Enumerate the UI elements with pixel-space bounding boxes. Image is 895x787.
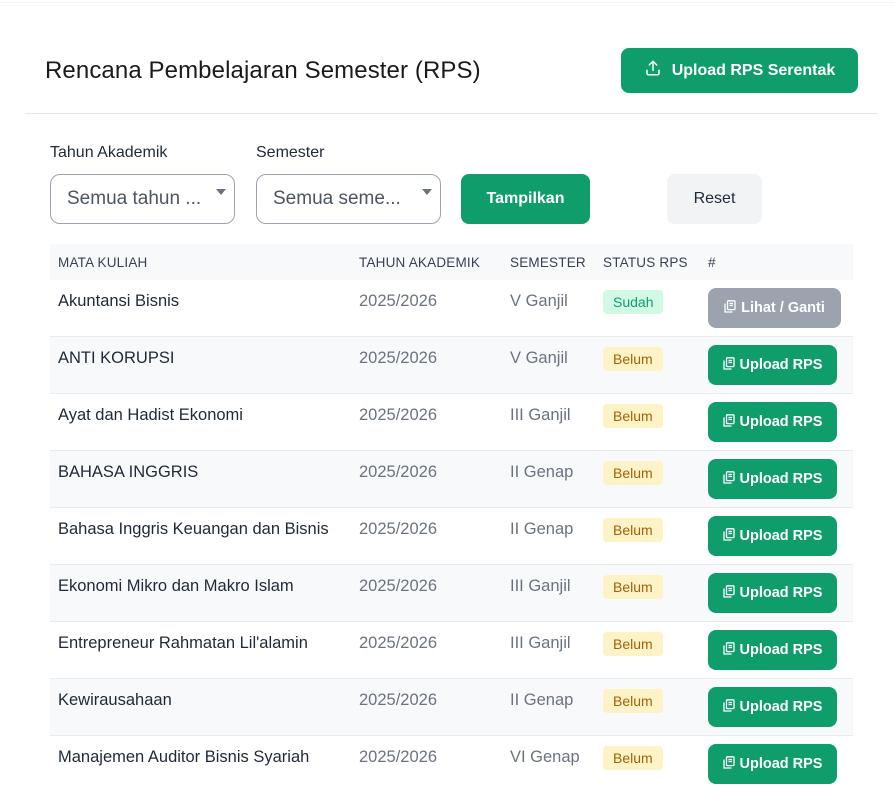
tahun-akademik-cell: 2025/2026 [359,634,437,652]
status-badge: Sudah [603,290,664,314]
mata-kuliah-cell: ANTI KORUPSI [58,349,175,367]
status-badge: Belum [603,689,663,713]
semester-cell: II Genap [510,691,574,709]
semester-cell: II Genap [510,520,574,538]
copy-icon [722,755,735,773]
semester-select[interactable]: Semua seme... [256,174,441,224]
semester-cell: V Ganjil [510,349,568,367]
status-badge: Belum [603,347,663,371]
status-badge: Belum [603,575,663,599]
dropdown-caret-icon [216,189,226,195]
tahun-akademik-cell: 2025/2026 [359,520,437,538]
mata-kuliah-cell: Ekonomi Mikro dan Makro Islam [58,577,294,595]
semester-cell: II Genap [510,463,574,481]
tahun-akademik-cell: 2025/2026 [359,691,437,709]
upload-rps-button[interactable]: Upload RPS [708,744,837,784]
mata-kuliah-cell: Kewirausahaan [58,691,172,709]
tampilkan-button[interactable]: Tampilkan [461,174,590,224]
action-label: Upload RPS [739,414,823,430]
mata-kuliah-cell: Manajemen Auditor Bisnis Syariah [58,748,310,766]
status-badge: Belum [603,746,663,770]
action-label: Upload RPS [739,528,823,544]
table-row: Akuntansi Bisnis 2025/2026 V Ganjil Sudah Li… [50,280,853,337]
table-row: Bahasa Inggris Keuangan dan Bisnis 2025/2… [50,508,853,565]
status-badge: Belum [603,632,663,656]
tahun-akademik-select[interactable]: Semua tahun ... [50,174,235,224]
column-header-action: # [708,255,716,270]
tahun-akademik-cell: 2025/2026 [359,748,437,766]
upload-rps-serentak-button[interactable]: Upload RPS Serentak [621,48,858,93]
action-label: Lihat / Ganti [741,300,825,316]
upload-rps-button[interactable]: Upload RPS [708,573,837,613]
copy-icon [722,413,735,431]
upload-rps-button[interactable]: Upload RPS [708,516,837,556]
mata-kuliah-cell: BAHASA INGGRIS [58,463,199,481]
table-row: Ayat dan Hadist Ekonomi 2025/2026 III Ganj… [50,394,853,451]
table-row: Ekonomi Mikro dan Makro Islam 2025/2026 II… [50,565,853,622]
action-label: Upload RPS [739,642,823,658]
action-label: Upload RPS [739,357,823,373]
upload-rps-button[interactable]: Upload RPS [708,687,837,727]
tahun-akademik-label: Tahun Akademik [50,144,168,161]
mata-kuliah-cell: Ayat dan Hadist Ekonomi [58,406,243,424]
copy-icon [724,299,736,317]
mata-kuliah-cell: Entrepreneur Rahmatan Lil'alamin [58,634,308,652]
page-title: Rencana Pembelajaran Semester (RPS) [45,57,481,84]
copy-icon [722,584,735,602]
table-row: BAHASA INGGRIS 2025/2026 II Genap Belum Uplo… [50,451,853,508]
upload-rps-button[interactable]: Upload RPS [708,402,837,442]
upload-rps-serentak-label: Upload RPS Serentak [671,61,836,79]
table-header: MATA KULIAH TAHUN AKADEMIK SEMESTER STAT… [50,244,853,280]
action-label: Upload RPS [739,471,823,487]
copy-icon [722,641,735,659]
semester-cell: III Ganjil [510,406,571,424]
upload-rps-button[interactable]: Upload RPS [708,630,837,670]
copy-icon [722,470,735,488]
dropdown-caret-icon [422,189,432,195]
tahun-akademik-cell: 2025/2026 [359,349,437,367]
upload-icon [644,59,662,82]
copy-icon [722,698,735,716]
copy-icon [722,527,735,545]
tahun-akademik-cell: 2025/2026 [359,406,437,424]
semester-value: Semua seme... [273,188,401,209]
semester-cell: V Ganjil [510,292,568,310]
mata-kuliah-cell: Akuntansi Bisnis [58,292,180,310]
semester-cell: VI Genap [510,748,580,766]
page-header: Rencana Pembelajaran Semester (RPS) Uplo… [25,0,878,114]
mata-kuliah-cell: Bahasa Inggris Keuangan dan Bisnis [58,520,329,538]
column-header-semester: SEMESTER [510,255,586,270]
reset-button[interactable]: Reset [667,174,762,224]
status-badge: Belum [603,404,663,428]
column-header-tahun-akademik: TAHUN AKADEMIK [359,255,481,270]
action-label: Upload RPS [739,585,823,601]
table-body: Akuntansi Bisnis 2025/2026 V Ganjil Sudah Li… [50,280,853,787]
table-row: Manajemen Auditor Bisnis Syariah 2025/202… [50,736,853,787]
tahun-akademik-cell: 2025/2026 [359,463,437,481]
status-badge: Belum [603,461,663,485]
semester-cell: III Ganjil [510,634,571,652]
copy-icon [722,356,735,374]
action-label: Upload RPS [739,756,823,772]
table-row: ANTI KORUPSI 2025/2026 V Ganjil Belum Upload… [50,337,853,394]
tahun-akademik-value: Semua tahun ... [67,188,202,209]
upload-rps-button[interactable]: Upload RPS [708,345,837,385]
semester-label: Semester [256,144,325,161]
table-row: Entrepreneur Rahmatan Lil'alamin 2025/202… [50,622,853,679]
lihat-ganti-button[interactable]: Lihat / Ganti [708,288,841,328]
upload-rps-button[interactable]: Upload RPS [708,459,837,499]
table-row: Kewirausahaan 2025/2026 II Genap Belum Uploa… [50,679,853,736]
tahun-akademik-cell: 2025/2026 [359,292,437,310]
rps-table: MATA KULIAH TAHUN AKADEMIK SEMESTER STAT… [50,244,853,787]
action-label: Upload RPS [739,699,823,715]
status-badge: Belum [603,518,663,542]
column-header-status-rps: STATUS RPS [603,255,688,270]
column-header-mata-kuliah: MATA KULIAH [58,255,148,270]
semester-cell: III Ganjil [510,577,571,595]
tahun-akademik-cell: 2025/2026 [359,577,437,595]
